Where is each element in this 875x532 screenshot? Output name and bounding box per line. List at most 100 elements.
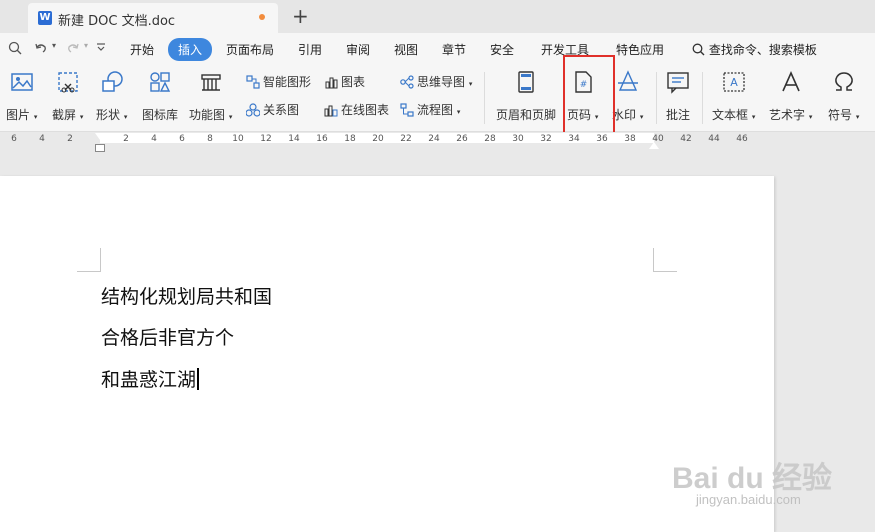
ribbon-separator	[656, 72, 657, 124]
search-label: 查找命令、搜索模板	[708, 43, 817, 57]
textbox-label: 文本框	[712, 108, 749, 122]
ruler-tick: 8	[207, 134, 213, 144]
ruler-tick: 46	[736, 134, 748, 144]
watermark-label: 水印	[612, 108, 637, 122]
document-page[interactable]: 结构化规划局共和国 合格后非官方个 和蛊惑江湖	[0, 176, 774, 532]
header-footer-icon	[518, 71, 534, 93]
menu-references[interactable]: 引用	[298, 41, 322, 58]
menu-features[interactable]: 特色应用	[616, 41, 664, 58]
shape-button[interactable]: 形状 ▾	[96, 70, 127, 123]
redo-icon[interactable]	[66, 41, 80, 58]
left-indent-handle[interactable]	[95, 144, 105, 152]
mindmap-button[interactable]: 思维导图 ▾	[400, 73, 472, 90]
ruler-tick: 30	[512, 134, 524, 144]
comment-button[interactable]: 批注	[666, 70, 690, 123]
text-cursor	[197, 368, 200, 390]
unsaved-dot-icon	[259, 14, 265, 20]
smartart-button[interactable]: 智能图形	[246, 73, 311, 90]
new-tab-button[interactable]: +	[292, 4, 309, 28]
ruler-tick: 32	[540, 134, 552, 144]
right-indent-marker[interactable]	[649, 142, 659, 149]
left-indent-marker[interactable]	[95, 133, 105, 140]
menu-security[interactable]: 安全	[490, 41, 514, 58]
chart-button[interactable]: 图表	[324, 73, 365, 90]
chart-icon	[325, 77, 338, 89]
tab-bar: W 新建 DOC 文档.doc +	[0, 0, 875, 33]
baidu-watermark-url: jingyan.baidu.com	[696, 492, 801, 507]
flowchart-icon	[400, 103, 414, 117]
shape-label: 形状	[96, 108, 121, 122]
menu-view[interactable]: 视图	[394, 41, 418, 58]
command-search[interactable]: 查找命令、搜索模板	[692, 41, 817, 58]
top-right-margin-mark	[653, 248, 677, 272]
baidu-watermark-logo: Bai du 经验	[672, 462, 833, 495]
icon-library-icon	[150, 72, 171, 92]
top-left-margin-mark	[77, 248, 101, 272]
textbox-button[interactable]: A 文本框 ▾	[712, 70, 755, 123]
ruler-tick: 26	[456, 134, 468, 144]
screenshot-label: 截屏	[52, 108, 77, 122]
menu-bar: ▾ ▾ 开始 插入 页面布局 引用 审阅 视图 章节 安全 开发工具 特色应用 …	[0, 33, 875, 64]
screenshot-icon	[57, 72, 78, 93]
undo-icon[interactable]	[34, 41, 48, 58]
menu-review[interactable]: 审阅	[346, 41, 370, 58]
online-chart-button[interactable]: 在线图表	[324, 101, 389, 118]
picture-icon	[10, 73, 33, 91]
ruler-tick: 24	[428, 134, 440, 144]
icon-library-label: 图标库	[142, 108, 179, 122]
ruler-tick: 6	[11, 134, 17, 144]
search-icon	[692, 43, 705, 56]
paragraph-1[interactable]: 结构化规划局共和国	[101, 282, 272, 309]
menu-page-layout[interactable]: 页面布局	[226, 41, 274, 58]
document-tab[interactable]: W 新建 DOC 文档.doc	[28, 3, 278, 33]
document-tab-title: 新建 DOC 文档.doc	[58, 14, 176, 29]
menu-home[interactable]: 开始	[130, 41, 154, 58]
online-chart-label: 在线图表	[341, 103, 390, 117]
relation-chart-button[interactable]: 关系图	[245, 101, 299, 118]
redo-dropdown-icon[interactable]: ▾	[84, 41, 88, 50]
picture-button[interactable]: 图片 ▾	[6, 70, 37, 123]
wps-writer-icon: W	[38, 11, 52, 25]
wordart-label: 艺术字	[769, 108, 806, 122]
comment-icon	[667, 72, 689, 94]
ruler-tick: 4	[39, 134, 45, 144]
watermark-button[interactable]: 水印 ▾	[612, 70, 643, 123]
picture-label: 图片	[6, 108, 31, 122]
ruler-tick: 22	[400, 134, 412, 144]
function-chart-icon	[200, 74, 221, 91]
smartart-icon	[246, 75, 260, 89]
menu-insert[interactable]: 插入	[168, 38, 213, 61]
wordart-icon	[781, 71, 800, 92]
screenshot-button[interactable]: 截屏 ▾	[52, 70, 83, 123]
icon-library-button[interactable]: 图标库	[142, 70, 178, 123]
ruler-tick: 36	[596, 134, 608, 144]
ruler-tick: 34	[568, 134, 580, 144]
customize-toolbar-icon[interactable]	[96, 41, 106, 56]
ruler-tick: 2	[123, 134, 129, 144]
ruler-tick: 2	[67, 134, 73, 144]
paragraph-3[interactable]: 和蛊惑江湖	[101, 365, 200, 392]
paragraph-2[interactable]: 合格后非官方个	[101, 323, 234, 350]
page-number-highlight-box	[563, 55, 615, 134]
flowchart-button[interactable]: 流程图 ▾	[400, 101, 460, 118]
ruler-tick: 44	[708, 134, 720, 144]
online-chart-icon	[324, 105, 338, 117]
wordart-button[interactable]: 艺术字 ▾	[769, 70, 812, 123]
chart-label: 图表	[341, 75, 366, 89]
paragraph-3-text: 和蛊惑江湖	[101, 369, 197, 391]
symbol-button[interactable]: 符号 ▾	[828, 70, 859, 123]
undo-dropdown-icon[interactable]: ▾	[52, 41, 56, 50]
ruler-tick: 10	[232, 134, 244, 144]
ruler-tick: 4	[151, 134, 157, 144]
ruler-tick: 12	[260, 134, 272, 144]
function-chart-button[interactable]: 功能图 ▾	[189, 70, 232, 123]
ruler-tick: 42	[680, 134, 692, 144]
ruler-tick: 18	[344, 134, 356, 144]
header-footer-button[interactable]: 页眉和页脚	[496, 70, 556, 123]
mindmap-icon	[400, 75, 414, 89]
omega-icon	[834, 72, 853, 91]
menu-section[interactable]: 章节	[442, 41, 466, 58]
print-preview-icon[interactable]	[8, 41, 22, 58]
comment-label: 批注	[666, 108, 691, 122]
textbox-icon: A	[723, 72, 745, 92]
